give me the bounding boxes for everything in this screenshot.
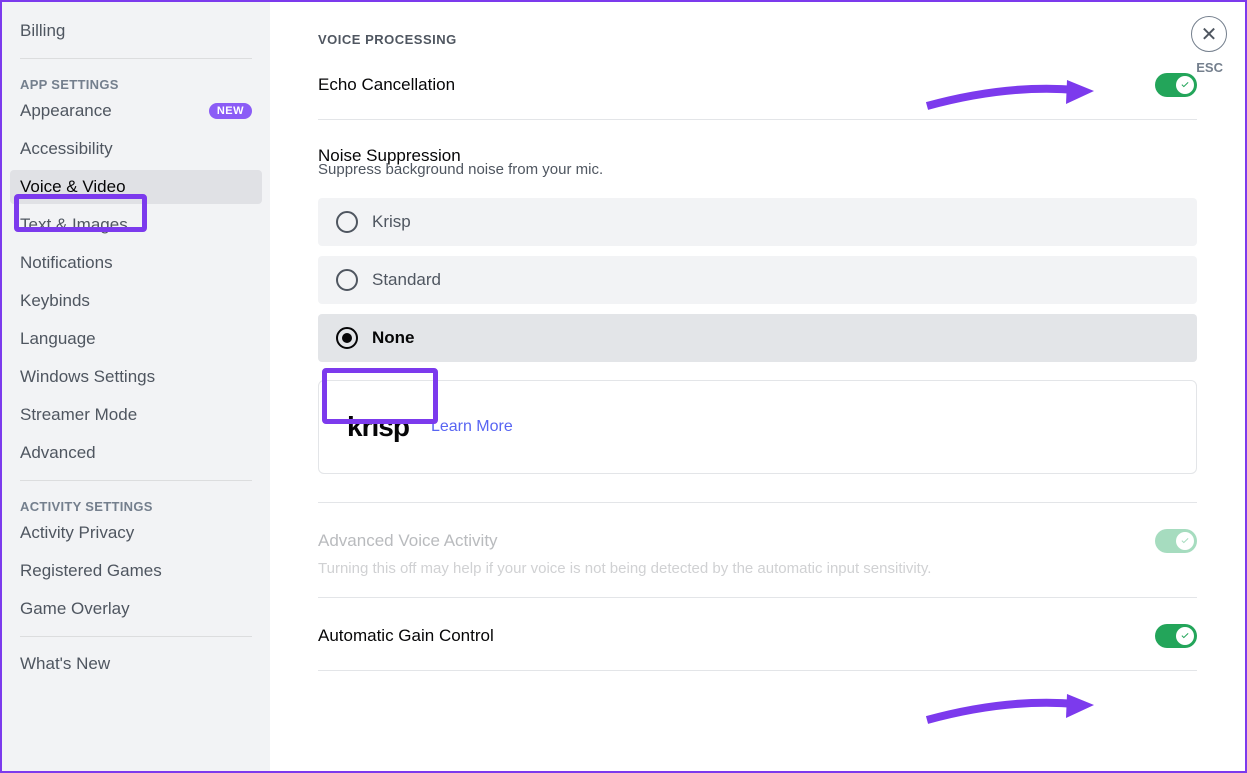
learn-more-link[interactable]: Learn More [431,418,513,436]
check-icon [1180,80,1190,90]
sidebar-item-game-overlay[interactable]: Game Overlay [10,592,262,626]
divider [318,502,1197,503]
toggle-advanced-voice-activity[interactable] [1155,529,1197,553]
check-icon [1180,631,1190,641]
sidebar-item-label: Registered Games [20,561,162,581]
toggle-echo-cancellation[interactable] [1155,73,1197,97]
setting-desc: Suppress background noise from your mic. [318,161,1197,178]
toggle-automatic-gain-control[interactable] [1155,624,1197,648]
sidebar-item-label: Appearance [20,101,112,121]
sidebar-item-activity-privacy[interactable]: Activity Privacy [10,516,262,550]
sidebar-item-registered-games[interactable]: Registered Games [10,554,262,588]
sidebar-item-label: Notifications [20,253,113,273]
setting-echo-cancellation: Echo Cancellation [318,73,1197,119]
radio-option-none[interactable]: None [318,314,1197,362]
radio-label: Krisp [372,212,411,232]
radio-circle [336,211,358,233]
sidebar-item-text-images[interactable]: Text & Images [10,208,262,242]
sidebar-item-keybinds[interactable]: Keybinds [10,284,262,318]
radio-option-standard[interactable]: Standard [318,256,1197,304]
radio-label: None [372,328,415,348]
sidebar-item-label: Advanced [20,443,96,463]
sidebar-item-label: Accessibility [20,139,113,159]
toggle-knob [1176,627,1194,645]
sidebar-item-label: Billing [20,21,65,41]
sidebar-item-label: Text & Images [20,215,128,235]
new-badge: NEW [209,103,252,119]
check-icon [1180,536,1190,546]
toggle-knob [1176,532,1194,550]
sidebar-item-accessibility[interactable]: Accessibility [10,132,262,166]
setting-desc: Turning this off may help if your voice … [318,560,1197,577]
sidebar-item-language[interactable]: Language [10,322,262,356]
sidebar-item-label: Voice & Video [20,177,126,197]
setting-title: Echo Cancellation [318,75,455,95]
krisp-logo: krısp [347,411,409,443]
radio-dot [342,333,352,343]
sidebar-item-label: Game Overlay [20,599,130,619]
close-icon: ✕ [1201,22,1218,47]
esc-label: ESC [1196,60,1223,75]
sidebar-item-billing[interactable]: Billing [10,14,262,48]
toggle-knob [1176,76,1194,94]
sidebar-item-streamer-mode[interactable]: Streamer Mode [10,398,262,432]
sidebar-category-activity: ACTIVITY SETTINGS [10,491,262,516]
sidebar-item-label: Streamer Mode [20,405,137,425]
radio-option-krisp[interactable]: Krisp [318,198,1197,246]
sidebar-item-advanced[interactable]: Advanced [10,436,262,470]
sidebar-item-notifications[interactable]: Notifications [10,246,262,280]
sidebar-item-label: What's New [20,654,110,674]
section-header-voice-processing: VOICE PROCESSING [318,32,1197,47]
noise-suppression-radio-group: Krisp Standard None [318,198,1197,362]
sidebar-category-app: APP SETTINGS [10,69,262,94]
krisp-promo-box: krısp Learn More [318,380,1197,474]
sidebar-item-windows-settings[interactable]: Windows Settings [10,360,262,394]
sidebar-divider [20,636,252,637]
sidebar: Billing APP SETTINGS Appearance NEW Acce… [2,2,270,771]
setting-title: Automatic Gain Control [318,626,494,646]
radio-label: Standard [372,270,441,290]
divider [318,670,1197,671]
setting-automatic-gain-control: Automatic Gain Control [318,624,1197,670]
sidebar-divider [20,58,252,59]
divider [318,119,1197,120]
setting-title: Advanced Voice Activity [318,531,498,551]
sidebar-item-label: Keybinds [20,291,90,311]
sidebar-item-label: Language [20,329,96,349]
sidebar-divider [20,480,252,481]
sidebar-item-appearance[interactable]: Appearance NEW [10,94,262,128]
close-button[interactable]: ✕ [1191,16,1227,52]
main-content: VOICE PROCESSING Echo Cancellation Noise… [270,2,1245,771]
sidebar-item-voice-video[interactable]: Voice & Video [10,170,262,204]
radio-circle [336,269,358,291]
divider [318,597,1197,598]
radio-circle [336,327,358,349]
sidebar-item-label: Activity Privacy [20,523,134,543]
sidebar-item-whats-new[interactable]: What's New [10,647,262,681]
sidebar-item-label: Windows Settings [20,367,155,387]
